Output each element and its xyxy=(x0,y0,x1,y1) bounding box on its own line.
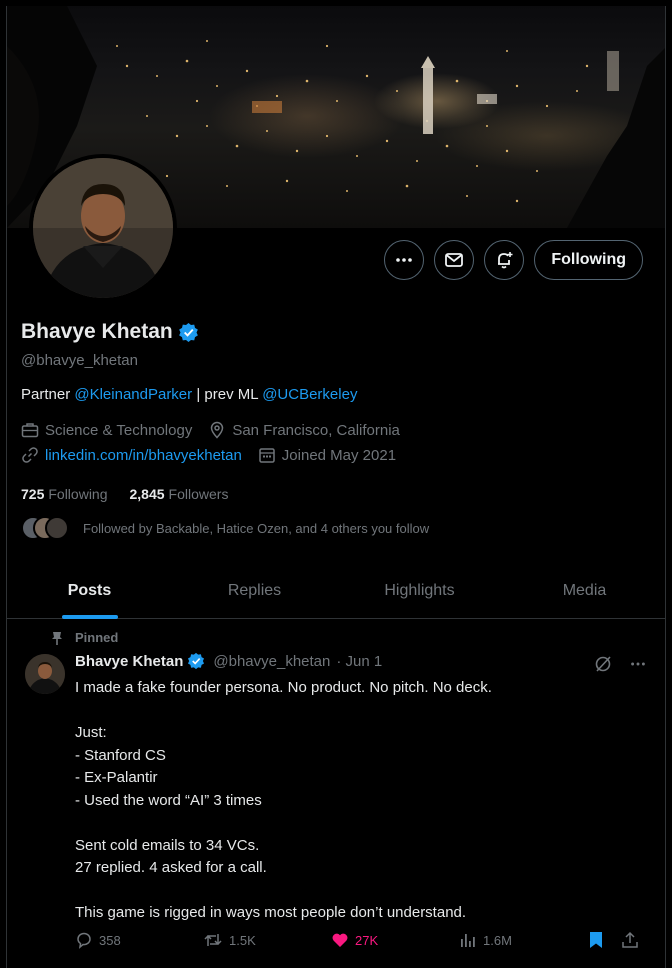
pin-icon xyxy=(52,631,62,645)
message-button[interactable] xyxy=(434,240,475,280)
followers-count-link[interactable]: 2,845 Followers xyxy=(130,486,229,502)
reply-button[interactable]: 358 xyxy=(75,931,203,949)
verified-badge-icon[interactable] xyxy=(178,322,199,343)
profile-tabs: Posts Replies Highlights Media xyxy=(7,563,665,619)
following-count-link[interactable]: 725 Following xyxy=(21,486,108,502)
share-icon xyxy=(622,931,638,948)
profile-actions: Following xyxy=(384,240,643,280)
followed-by-text: Followed by Backable, Hatice Ozen, and 4… xyxy=(83,520,430,536)
bio-text: | prev ML xyxy=(192,386,263,403)
location-label: San Francisco, California xyxy=(232,421,400,439)
envelope-icon xyxy=(445,253,464,267)
location-pin-icon xyxy=(211,421,224,439)
reply-icon xyxy=(77,932,91,949)
profile-avatar-frame[interactable] xyxy=(29,154,177,302)
bio-mention-ucberkeley[interactable]: @UCBerkeley xyxy=(262,386,357,403)
repost-button[interactable]: 1.5K xyxy=(203,931,331,949)
location-item: San Francisco, California xyxy=(208,421,400,439)
profile-handle: @bhavye_khetan xyxy=(21,352,138,369)
avatar xyxy=(33,158,173,298)
bio-mention-kleinandparker[interactable]: @KleinandParker xyxy=(74,386,192,403)
repost-icon xyxy=(204,934,222,946)
grok-icon[interactable] xyxy=(593,654,613,674)
followers-count-label: Followers xyxy=(168,486,229,502)
avatar[interactable] xyxy=(25,654,65,694)
profile-meta-row: linkedin.com/in/bhavyekhetan Joined May … xyxy=(21,446,406,464)
followed-by-avatars xyxy=(21,516,73,540)
followed-by[interactable]: Followed by Backable, Hatice Ozen, and 4… xyxy=(21,516,429,540)
website-item: linkedin.com/in/bhavyekhetan xyxy=(21,446,242,464)
tab-media[interactable]: Media xyxy=(502,563,665,618)
name-row: Bhavye Khetan xyxy=(21,320,199,344)
profile-meta-row: Science & Technology San Francisco, Cali… xyxy=(21,421,410,439)
repost-count: 1.5K xyxy=(229,932,256,948)
joined-item: Joined May 2021 xyxy=(258,446,396,464)
share-button[interactable] xyxy=(621,931,639,949)
more-icon[interactable] xyxy=(629,655,647,673)
profile-bio: Partner @KleinandParker | prev ML @UCBer… xyxy=(21,386,357,403)
heart-filled-icon xyxy=(332,933,348,947)
display-name: Bhavye Khetan xyxy=(21,320,173,343)
avatar-photo xyxy=(33,158,173,298)
tweet-date[interactable]: · Jun 1 xyxy=(336,653,382,670)
website-link[interactable]: linkedin.com/in/bhavyekhetan xyxy=(45,447,242,464)
followers-count: 2,845 xyxy=(129,486,165,502)
view-count: 1.6M xyxy=(483,932,512,948)
tab-highlights[interactable]: Highlights xyxy=(337,563,502,618)
category-item: Science & Technology xyxy=(21,421,192,439)
pinned-indicator: Pinned xyxy=(51,630,118,645)
bio-text: Partner xyxy=(21,386,75,403)
notifications-button[interactable] xyxy=(484,240,525,280)
more-options-button[interactable] xyxy=(384,240,425,280)
like-button[interactable]: 27K xyxy=(331,931,459,949)
following-button[interactable]: Following xyxy=(534,240,643,280)
follow-counts: 725 Following 2,845 Followers xyxy=(21,486,228,502)
tab-replies[interactable]: Replies xyxy=(172,563,337,618)
tweet-header: Bhavye Khetan @bhavye_khetan · Jun 1 xyxy=(75,652,382,670)
tweet-tools xyxy=(593,654,647,674)
profile-page: Following Bhavye Khetan @bhavye_khetan P… xyxy=(6,6,666,968)
verified-badge-icon[interactable] xyxy=(187,652,205,670)
views-button[interactable]: 1.6M xyxy=(459,931,587,949)
link-icon xyxy=(22,447,38,463)
tab-posts[interactable]: Posts xyxy=(7,563,172,618)
bookmark-button[interactable] xyxy=(587,930,605,950)
following-count-label: Following xyxy=(48,486,108,502)
bookmark-filled-icon xyxy=(590,932,602,948)
tweet-author-name[interactable]: Bhavye Khetan xyxy=(75,653,183,670)
pinned-label: Pinned xyxy=(75,630,119,645)
like-count: 27K xyxy=(355,932,379,948)
following-count: 725 xyxy=(21,486,45,502)
tweet-avatar-photo xyxy=(25,654,65,694)
bell-plus-icon xyxy=(498,252,513,269)
calendar-icon xyxy=(259,448,275,463)
briefcase-icon xyxy=(21,423,39,438)
avatar xyxy=(45,516,69,540)
more-icon xyxy=(396,258,413,262)
tweet-action-bar: 358 1.5K 27K 1.6M xyxy=(75,930,649,950)
joined-label: Joined May 2021 xyxy=(281,446,397,464)
analytics-icon xyxy=(461,934,475,947)
reply-count: 358 xyxy=(99,932,121,948)
tweet-text: I made a fake founder persona. No produc… xyxy=(75,679,492,921)
category-label: Science & Technology xyxy=(45,421,193,439)
tweet-author-handle[interactable]: @bhavye_khetan xyxy=(213,653,330,670)
